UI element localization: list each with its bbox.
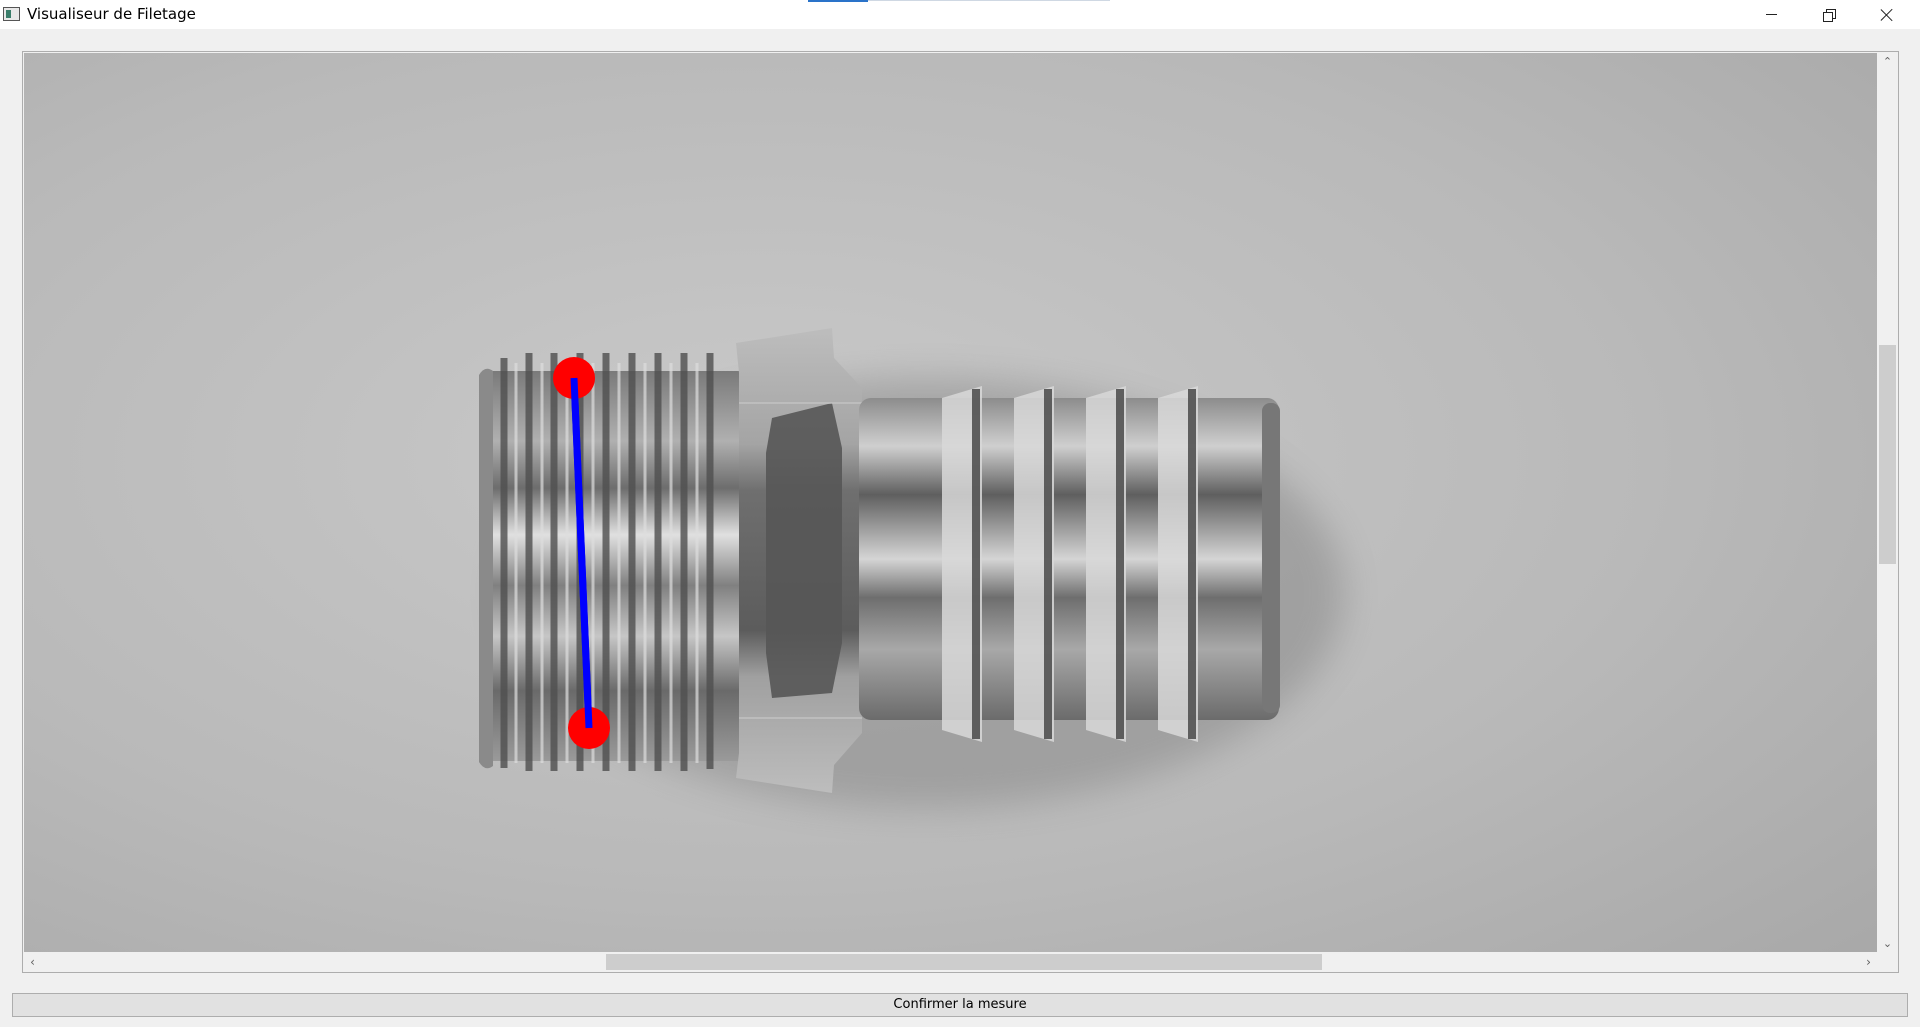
window-title: Visualiseur de Filetage [27, 5, 196, 23]
vertical-scrollbar[interactable]: ⌃ ⌄ [1877, 53, 1898, 952]
image-viewport[interactable]: ⌃ ⌄ ‹ › [22, 51, 1899, 973]
chevron-up-icon[interactable]: ⌃ [1877, 53, 1898, 70]
title-bar[interactable]: Visualiseur de Filetage [0, 0, 1920, 29]
close-icon [1880, 8, 1894, 22]
chevron-right-icon[interactable]: › [1860, 952, 1877, 972]
barb-section [859, 386, 1280, 742]
window-app-icon [3, 7, 20, 21]
scrollbar-corner [1877, 952, 1898, 972]
threaded-section [479, 353, 759, 771]
title-accent-line-secondary [868, 0, 1110, 1]
main-window: Visualiseur de Filetage ⌃ ⌄ ‹ › Confirme… [0, 0, 1920, 1027]
chevron-down-icon[interactable]: ⌄ [1877, 935, 1898, 952]
minimize-icon [1765, 14, 1777, 15]
horizontal-scroll-thumb[interactable] [606, 954, 1322, 970]
chevron-left-icon[interactable]: ‹ [24, 952, 41, 972]
minimize-button[interactable] [1742, 0, 1800, 29]
fitting-photo[interactable] [24, 53, 1877, 952]
hex-nut [736, 328, 862, 793]
image-canvas[interactable] [24, 53, 1877, 952]
horizontal-scrollbar[interactable]: ‹ › [24, 952, 1877, 972]
restore-icon [1823, 8, 1836, 22]
restore-button[interactable] [1800, 0, 1858, 29]
title-accent-line [808, 0, 868, 2]
vertical-scroll-thumb[interactable] [1879, 345, 1896, 564]
close-button[interactable] [1858, 0, 1916, 29]
confirm-measurement-button[interactable]: Confirmer la mesure [12, 993, 1908, 1017]
